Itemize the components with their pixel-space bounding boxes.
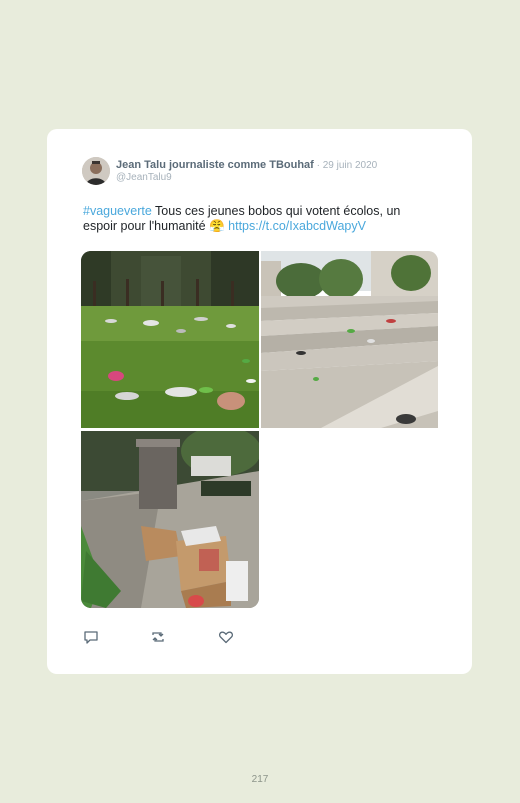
overflowing-bin-photo[interactable] — [81, 431, 259, 608]
photo-grid — [81, 251, 438, 608]
tweet-link[interactable]: https://t.co/IxabcdWapyV — [228, 219, 366, 233]
reply-icon[interactable] — [83, 629, 99, 645]
retweet-icon[interactable] — [150, 629, 166, 645]
author-name[interactable]: Jean Talu journaliste comme TBouhaf — [116, 159, 314, 171]
photo-grid-empty-cell — [261, 431, 438, 608]
author-line: Jean Talu journaliste comme TBouhaf · 29… — [116, 159, 377, 172]
hashtag-link[interactable]: #vagueverte — [83, 204, 152, 218]
angry-face-emoji: 😤 — [209, 219, 225, 233]
tweet-card: Jean Talu journaliste comme TBouhaf · 29… — [47, 129, 472, 674]
park-lawn-litter-photo[interactable] — [81, 251, 259, 428]
date-separator: · — [313, 160, 323, 171]
tweet-date[interactable]: 29 juin 2020 — [323, 160, 378, 171]
like-icon[interactable] — [218, 629, 234, 645]
tweet-text: #vagueverte Tous ces jeunes bobos qui vo… — [83, 204, 433, 234]
avatar[interactable] — [82, 157, 110, 185]
stone-steps-litter-photo[interactable] — [261, 251, 438, 428]
author-handle[interactable]: @JeanTalu9 — [116, 172, 172, 184]
page-number: 217 — [251, 774, 269, 785]
